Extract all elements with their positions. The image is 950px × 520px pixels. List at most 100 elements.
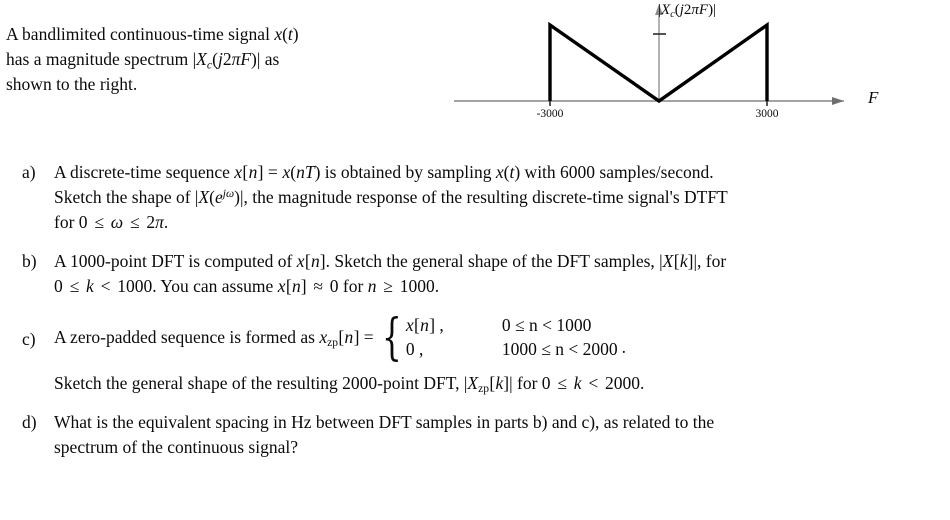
a-eq-1: ] = (257, 162, 283, 182)
c-case1-bracket-close: ] , (429, 315, 444, 335)
intro-line-2: has a magnitude spectrum |Xc(j2πF)| as (6, 47, 436, 72)
intro-text-a: A bandlimited continuous-time signal (6, 24, 275, 44)
problem-item-c: c) A zero-padded sequence is formed as x… (0, 307, 950, 366)
c-case1-var-n: n (420, 315, 429, 335)
intro-text-c: )| as (251, 49, 280, 69)
x-tick-label-right: 3000 (755, 108, 779, 120)
problem-body-c: A zero-padded sequence is formed as xzp[… (54, 307, 950, 366)
intro-var-X: X (196, 49, 207, 69)
b-text-2: ]. Sketch the general shape of the DFT s… (319, 251, 663, 271)
a-var-e: e (214, 187, 223, 207)
b-var-n1: n (311, 251, 320, 271)
b-text-1: A 1000-point DFT is computed of (54, 251, 297, 271)
piecewise-definition: { x[n] , 0 ≤ n < 1000 0 , 1000 ≤ n < 200… (376, 307, 626, 366)
a-exp-jomega: jω (222, 188, 235, 200)
spectrum-figure: |Xc(j2πF)| F -3000 3000 (440, 0, 950, 135)
intro-text-b: has a magnitude spectrum | (6, 49, 197, 69)
x-tick-label-left: -3000 (536, 108, 564, 120)
b-text-4: 0 (54, 276, 68, 296)
left-brace-icon: { (382, 307, 402, 366)
a-text-5: )|, the magnitude response of the result… (234, 187, 728, 207)
sketch-text-2: ]| for 0 (503, 373, 555, 393)
piecewise-row-1: x[n] , 0 ≤ n < 1000 (406, 313, 618, 337)
b-approx-1: ≈ (313, 276, 323, 296)
sketch-var-X: X (467, 373, 479, 393)
problem-body-d: What is the equivalent spacing in Hz bet… (54, 410, 950, 460)
b-var-X1: X (662, 251, 674, 271)
part-b-line-2: 0 ≤ k < 1000. You can assume x[n] ≈ 0 fo… (54, 274, 950, 299)
a-text-3: ) with 6000 samples/second. (514, 162, 714, 182)
a-var-omega: ω (106, 212, 128, 232)
b-text-7: 0 for (325, 276, 368, 296)
sketch-paragraph: Sketch the general shape of the resultin… (0, 371, 950, 396)
c-var-n: n (344, 326, 354, 347)
sketch-sub-zp: zp (478, 383, 489, 396)
intro-paragraph: A bandlimited continuous-time signal x(t… (6, 22, 436, 97)
part-a-line-2: Sketch the shape of |X(ejω)|, the magnit… (54, 185, 950, 210)
part-a-line-1: A discrete-time sequence x[n] = x(nT) is… (54, 160, 950, 185)
piecewise-value-2: 0 , (405, 339, 424, 359)
problem-marker-c: c) (22, 329, 36, 349)
problem-item-b: b) A 1000-point DFT is computed of x[n].… (0, 249, 950, 299)
b-geq-1: ≥ (378, 276, 398, 296)
piecewise-value-1: x[n] , (406, 313, 502, 337)
problem-item-a: a) A discrete-time sequence x[n] = x(nT)… (0, 160, 950, 235)
sketch-text-3: 2000. (600, 373, 645, 393)
a-symbol-pi: π (155, 212, 164, 232)
piecewise-period: . (621, 337, 626, 357)
sketch-var-k2: k (569, 373, 586, 393)
b-text-6: ] (300, 276, 311, 296)
problem-list: a) A discrete-time sequence x[n] = x(nT)… (0, 160, 950, 474)
b-var-x1: x (296, 251, 305, 271)
a-text-6: for 0 (54, 212, 92, 232)
title-var-F: F (698, 2, 709, 18)
intro-line-3: shown to the right. (6, 74, 138, 94)
part-d-line-1: What is the equivalent spacing in Hz bet… (54, 412, 715, 432)
a-var-X1: X (198, 187, 210, 207)
a-leq-1: ≤ (94, 212, 104, 232)
a-var-n2: n (296, 162, 305, 182)
title-symbol-pi: π (691, 2, 699, 18)
c-text-group: A zero-padded sequence is formed as xzp[… (54, 325, 374, 350)
part-d-line-2: spectrum of the continuous signal? (54, 437, 298, 457)
b-lt-1: < (100, 276, 111, 296)
c-sub-zp: zp (327, 336, 338, 349)
a-text-1: A discrete-time sequence (54, 162, 235, 182)
a-period: . (163, 212, 169, 232)
b-var-k1: k (679, 251, 688, 271)
problem-body-b: A 1000-point DFT is computed of x[n]. Sk… (54, 249, 950, 299)
x-axis-label: F (868, 88, 879, 107)
sketch-text-1: Sketch the general shape of the resultin… (54, 373, 468, 393)
b-var-k2: k (81, 276, 99, 296)
problem-marker-a: a) (22, 162, 36, 182)
piecewise-condition-2: 1000 ≤ n < 2000 (501, 339, 618, 359)
b-leq-1: ≤ (69, 276, 80, 296)
problem-marker-d: d) (22, 412, 37, 432)
b-var-n2: n (291, 276, 301, 296)
a-var-x3: x (495, 162, 504, 182)
spectrum-plot-svg (454, 4, 844, 106)
a-leq-2: ≤ (129, 212, 140, 232)
b-text-3: ]|, for (687, 251, 727, 271)
sketch-lt: < (588, 373, 599, 393)
intro-num-2: 2 (222, 49, 232, 69)
problem-body-a: A discrete-time sequence x[n] = x(nT) is… (54, 160, 950, 235)
intro-var-F: F (240, 49, 252, 69)
spectrum-title-label: |Xc(j2πF)| (658, 2, 716, 19)
part-a-line-3: for 0 ≤ ω ≤ 2π. (54, 210, 950, 235)
c-case1-var-x: x (405, 315, 414, 335)
intro-paren-close: ) (292, 24, 299, 44)
c-eq: ] = (353, 326, 374, 347)
piecewise-rows: x[n] , 0 ≤ n < 1000 0 , 1000 ≤ n < 2000 (406, 313, 618, 361)
problem-marker-b: b) (22, 251, 37, 271)
a-text-2: ) is obtained by sampling (314, 162, 496, 182)
title-close: )| (708, 2, 717, 18)
x-axis-arrowhead (832, 97, 844, 105)
part-b-line-1: A 1000-point DFT is computed of x[n]. Sk… (54, 249, 950, 274)
title-var-X: X (661, 2, 671, 18)
problem-item-d: d) What is the equivalent spacing in Hz … (0, 410, 950, 460)
c-var-x: x (319, 326, 328, 347)
piecewise-row-2: 0 , 1000 ≤ n < 2000 (406, 337, 618, 361)
a-var-x1: x (234, 162, 243, 182)
a-text-4: Sketch the shape of | (54, 187, 199, 207)
